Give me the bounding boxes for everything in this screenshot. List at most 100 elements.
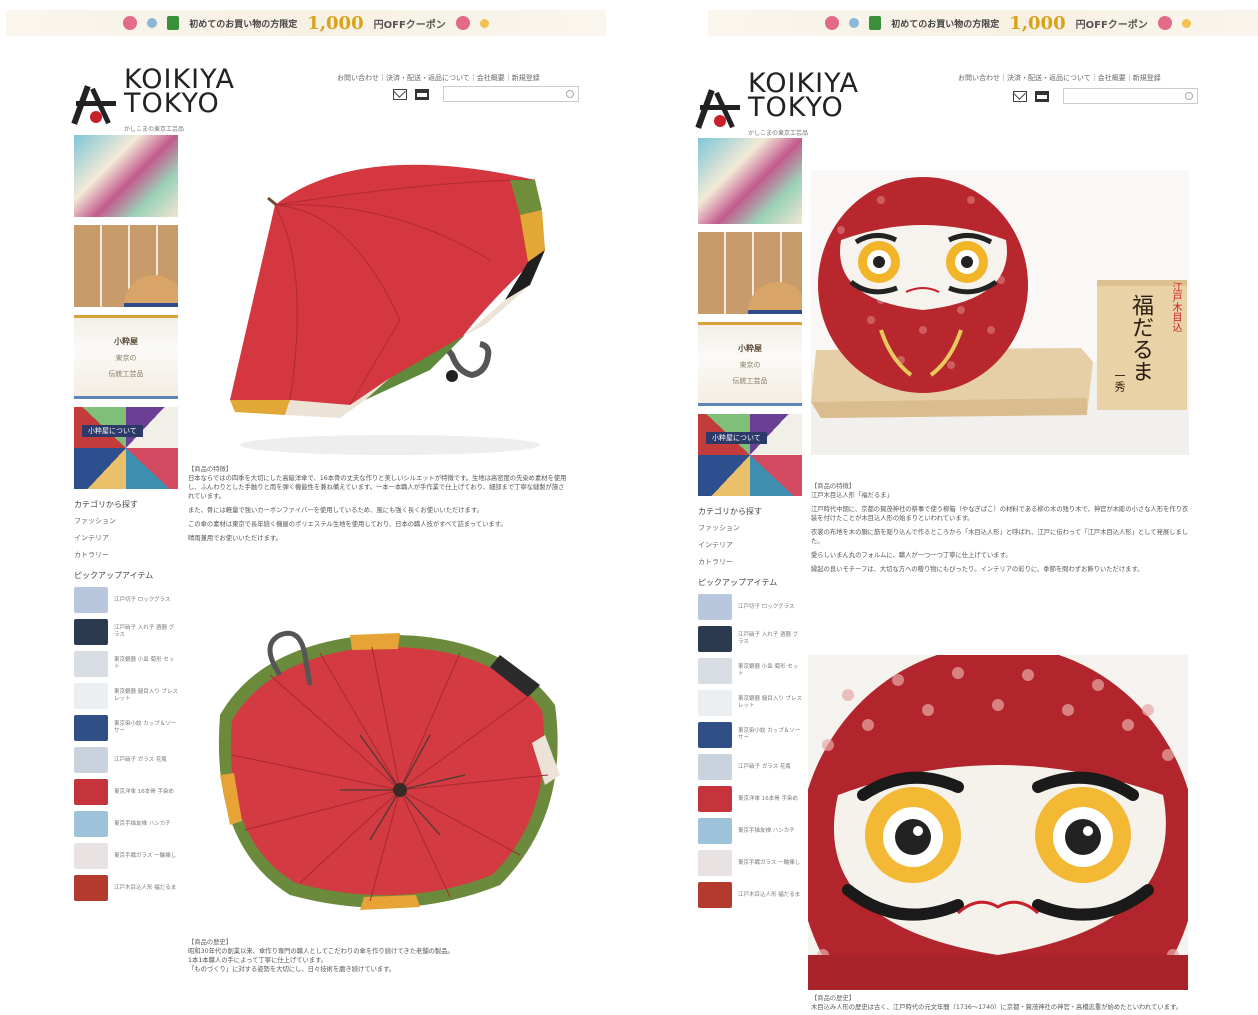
category-link-cutlery[interactable]: カトラリー [74,550,178,560]
feature-line1: 東京の [115,353,137,362]
category-heading: カテゴリから探す [74,500,138,509]
pickup-item[interactable]: 江戸硝子 ガラス 花瓶 [698,754,802,780]
pickup-item[interactable]: 江戸切子 ロックグラス [698,594,802,620]
pickup-thumb [698,786,732,812]
pickup-thumb [74,843,108,869]
pickup-thumb [74,619,108,645]
feature-line2: 伝統工芸品 [732,376,768,385]
pickup-item[interactable]: 東京手織ガラス 一輪挿し [74,843,178,869]
feature-paragraph: この傘の素材は東京で長年続く機屋のポリエステル生地を使用しており、日本の職人技が… [188,521,507,528]
pickup-thumb [74,779,108,805]
pickup-item[interactable]: 江戸硝子 入れ子 酒器 グラス [698,626,802,652]
category-link-cutlery[interactable]: カトラリー [698,557,802,567]
coupon-small-text: 初めてのお買い物の方限定 [891,19,1000,30]
pickup-thumb [74,587,108,613]
pickup-item[interactable]: 東京銀器 小皿 菊形 セット [698,658,802,684]
banner-about-koikiya[interactable]: 小粋屋について [74,407,178,489]
pickup-item[interactable]: 東京洋傘 16本骨 手染め [698,786,802,812]
mail-icon[interactable] [393,89,407,100]
coupon-banner[interactable]: 初めてのお買い物の方限定 1,000 円OFFクーポン [708,10,1258,36]
feature-paragraph: 江戸時代中期に、京都の賀茂神社の祭事で使う柳箱（やなぎばこ）の材料である柳の木の… [811,506,1189,522]
banner-about-koikiya[interactable]: 小粋屋について [698,414,802,496]
product-image-umbrella-side [190,150,580,460]
feature-line2: 伝統工芸品 [108,369,144,378]
sidebar: 小粋屋 東京の 伝統工芸品 小粋屋について カテゴリから探す ファッション イン… [74,135,178,907]
banner-furoshiki-gifts[interactable] [698,138,802,224]
banner-tokyo-crafts[interactable]: 小粋屋 東京の 伝統工芸品 [698,322,802,406]
coupon-unit: 円OFFクーポン [1075,19,1148,31]
box-label-line3: 一秀 [1113,370,1126,392]
category-link-interior[interactable]: インテリア [74,533,178,543]
site-logo[interactable]: KOIKIYA TOKYO かしこまの東京工芸品 [71,66,235,142]
product-history: 【商品の歴史】 昭和30年代の創業以来、傘作り専門の職人としてこだわりの傘を作り… [188,938,570,979]
coupon-small-text: 初めてのお買い物の方限定 [189,19,298,30]
banner-interior-crafts[interactable] [74,225,178,307]
cart-icon[interactable] [1035,91,1049,102]
pickup-thumb [698,754,732,780]
mail-icon[interactable] [1013,91,1027,102]
pickup-item[interactable]: 東京手織ガラス 一輪挿し [698,850,802,876]
category-link-fashion[interactable]: ファッション [74,516,178,526]
header-nav-links[interactable]: お問い合わせ｜決済・配送・返品について｜会社概要｜新規登録 [337,73,540,83]
pickup-thumb [698,818,732,844]
left-page-screenshot: 初めてのお買い物の方限定 1,000 円OFFクーポン KOIKIYA TOKY… [0,0,628,1015]
pickup-heading: ピックアップアイテム [698,578,778,587]
search-input[interactable] [443,86,579,102]
pickup-item[interactable]: 江戸切子 ロックグラス [74,587,178,613]
pickup-item[interactable]: 東京染小紋 カップ＆ソーサー [74,715,178,741]
pickup-thumb [698,626,732,652]
category-link-fashion[interactable]: ファッション [698,523,802,533]
feature-paragraph: 日本ならではの四季を大切にした高級洋傘で、16本骨の丈夫な作りと美しいシルエット… [188,475,567,500]
pickup-thumb [698,882,732,908]
pickup-thumb [698,690,732,716]
pickup-item[interactable]: 江戸硝子 入れ子 酒器 グラス [74,619,178,645]
pickup-item[interactable]: 東京手描友禅 ハンカチ [698,818,802,844]
history-heading: 【商品の歴史】 [811,995,856,1002]
pickup-item[interactable]: 東京洋傘 16本骨 手染め [74,779,178,805]
pickup-thumb [74,683,108,709]
history-heading: 【商品の歴史】 [188,939,233,946]
right-page-screenshot: 初めてのお買い物の方限定 1,000 円OFFクーポン KOIKIYA TOKY… [628,0,1258,1015]
category-link-interior[interactable]: インテリア [698,540,802,550]
site-logo[interactable]: KOIKIYA TOKYO かしこまの東京工芸品 [695,70,859,146]
search-input[interactable] [1063,88,1198,104]
coupon-unit: 円OFFクーポン [373,19,446,31]
pickup-heading: ピックアップアイテム [74,571,154,580]
pickup-thumb [698,658,732,684]
feature-paragraph: 愛らしいまん丸のフォルムに、職人が一つ一つ丁寧に仕上げています。 [811,552,1012,559]
flower-decoration-icon [1181,18,1191,28]
feature-paragraph: 江戸木目込人形「福だるま」 [811,492,893,499]
coupon-amount: 1,000 [307,12,364,34]
pickup-item[interactable]: 東京手描友禅 ハンカチ [74,811,178,837]
coupon-banner[interactable]: 初めてのお買い物の方限定 1,000 円OFFクーポン [6,10,606,36]
pickup-item[interactable]: 江戸木目込人形 福だるま [698,882,802,908]
history-paragraph: 1本1本職人の手によって丁寧に仕上げています。 [188,957,328,964]
search-icon[interactable] [1185,92,1193,100]
banner-interior-crafts[interactable] [698,232,802,314]
feature-paragraph: 晴雨兼用でお使いいただけます。 [188,535,282,542]
coupon-amount: 1,000 [1009,12,1066,34]
feature-paragraph: 縁起の良いモチーフは、大切な方への贈り物にもぴったり。インテリアの彩りに、季節を… [811,566,1144,573]
flower-decoration-icon [123,16,138,30]
pickup-item[interactable]: 東京銀器 鎚目入り ブレスレット [698,690,802,716]
pickup-item[interactable]: 江戸硝子 ガラス 花瓶 [74,747,178,773]
feature-line1: 東京の [739,360,761,369]
box-label-line2: 福だるま [1128,294,1153,382]
banner-tokyo-crafts[interactable]: 小粋屋 東京の 伝統工芸品 [74,315,178,399]
beginner-leaf-icon [869,16,882,30]
pickup-item[interactable]: 東京染小紋 カップ＆ソーサー [698,722,802,748]
pickup-item[interactable]: 江戸木目込人形 福だるま [74,875,178,901]
pickup-item[interactable]: 東京銀器 小皿 菊形 セット [74,651,178,677]
pickup-thumb [74,747,108,773]
pickup-item[interactable]: 東京銀器 鎚目入り ブレスレット [74,683,178,709]
history-paragraph: 昭和30年代の創業以来、傘作り専門の職人としてこだわりの傘を作り続けてきた老舗の… [188,948,454,955]
pickup-thumb [74,811,108,837]
flower-decoration-icon [849,18,860,28]
search-icon[interactable] [566,90,574,98]
cart-icon[interactable] [415,89,429,100]
header-nav-links[interactable]: お問い合わせ｜決済・配送・返品について｜会社概要｜新規登録 [958,73,1161,83]
feature-brand: 小粋屋 [738,343,762,353]
koikiya-logo-icon [695,87,742,131]
product-description: 【商品の特徴】 江戸木目込人形「福だるま」 江戸時代中期に、京都の賀茂神社の祭事… [811,482,1189,579]
banner-furoshiki-gifts[interactable] [74,135,178,217]
